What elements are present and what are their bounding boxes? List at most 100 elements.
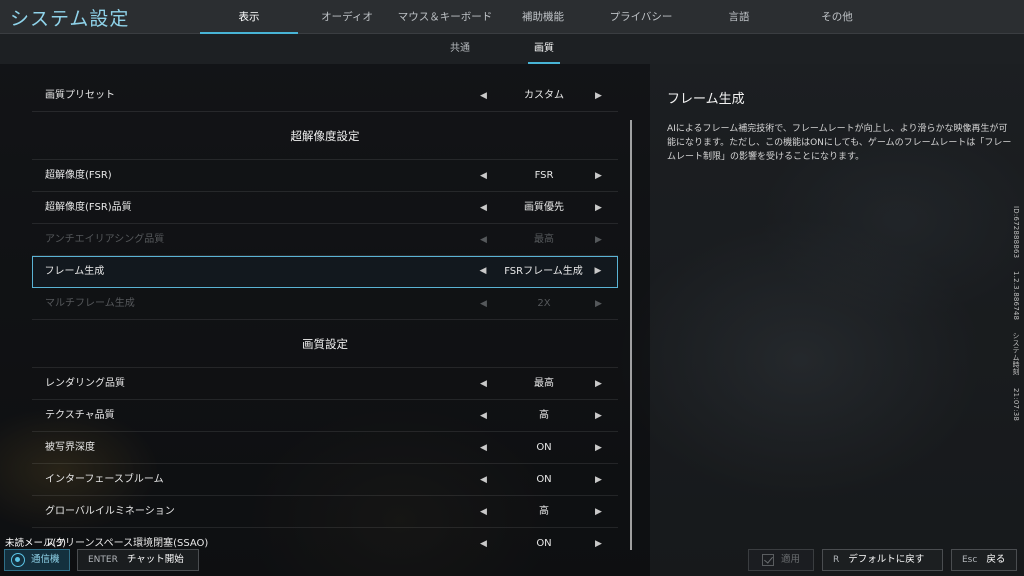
setting-label: グローバルイルミネーション bbox=[45, 506, 175, 517]
meta-id: ID:672888863 bbox=[1012, 206, 1020, 259]
setting-row-fsr[interactable]: 超解像度(FSR) ◀ FSR ▶ bbox=[32, 160, 618, 192]
settings-panel: 画質プリセット ◀ カスタム ▶ 超解像度設定 超解像度(FSR) ◀ FSR … bbox=[0, 64, 650, 576]
setting-row-depth-of-field[interactable]: 被写界深度 ◀ ON ▶ bbox=[32, 432, 618, 464]
arrow-left-icon[interactable]: ◀ bbox=[480, 528, 487, 560]
arrow-right-icon[interactable]: ▶ bbox=[595, 368, 602, 400]
setting-label: 画質プリセット bbox=[45, 90, 115, 101]
arrow-right-icon[interactable]: ▶ bbox=[595, 80, 602, 112]
apply-button[interactable]: 適用 bbox=[748, 549, 814, 571]
tab-other[interactable]: その他 bbox=[788, 0, 886, 34]
section-header-upscale: 超解像度設定 bbox=[32, 112, 618, 160]
setting-row-fsr-quality[interactable]: 超解像度(FSR)品質 ◀ 画質優先 ▶ bbox=[32, 192, 618, 224]
setting-row-preset[interactable]: 画質プリセット ◀ カスタム ▶ bbox=[32, 80, 618, 112]
reset-default-label: デフォルトに戻す bbox=[848, 554, 925, 565]
setting-value: カスタム bbox=[524, 90, 564, 101]
arrow-left-icon[interactable]: ◀ bbox=[480, 80, 487, 112]
tab-accessibility[interactable]: 補助機能 bbox=[494, 0, 592, 34]
arrow-left-icon[interactable]: ◀ bbox=[480, 400, 487, 432]
setting-label: レンダリング品質 bbox=[45, 378, 125, 389]
arrow-right-icon: ▶ bbox=[595, 235, 602, 245]
key-hint: ENTER bbox=[88, 555, 118, 565]
setting-value: 最高 bbox=[534, 234, 554, 245]
setting-row-interface-bloom[interactable]: インターフェースブルーム ◀ ON ▶ bbox=[32, 464, 618, 496]
description-panel: フレーム生成 AIによるフレーム補完技術で、フレームレートが向上し、より滑らかな… bbox=[650, 64, 1024, 576]
arrow-left-icon[interactable]: ◀ bbox=[480, 432, 487, 464]
arrow-left-icon: ◀ bbox=[480, 299, 487, 309]
setting-row-global-illumination[interactable]: グローバルイルミネーション ◀ 高 ▶ bbox=[32, 496, 618, 528]
chat-label: チャット開始 bbox=[126, 554, 184, 565]
description-title: フレーム生成 bbox=[667, 92, 745, 107]
chat-start-button[interactable]: ENTER チャット開始 bbox=[77, 549, 199, 571]
scrollbar-thumb[interactable] bbox=[630, 120, 632, 550]
setting-row-frame-generation[interactable]: フレーム生成 ◀ FSRフレーム生成 ▶ bbox=[32, 256, 618, 288]
back-label: 戻る bbox=[986, 554, 1006, 565]
tab-graphics[interactable]: 画質 bbox=[514, 34, 574, 64]
tab-common[interactable]: 共通 bbox=[430, 34, 490, 64]
meta-time: 21:07:38 bbox=[1012, 387, 1020, 422]
setting-value: 画質優先 bbox=[524, 202, 564, 213]
setting-value: ON bbox=[536, 442, 552, 453]
arrow-left-icon: ◀ bbox=[480, 235, 487, 245]
setting-value: 高 bbox=[539, 410, 549, 421]
arrow-right-icon[interactable]: ▶ bbox=[595, 400, 602, 432]
unread-mail-indicator[interactable]: 未読メール(3) bbox=[5, 535, 66, 549]
communicator-icon bbox=[11, 553, 25, 567]
description-text: AIによるフレーム補完技術で、フレームレートが向上し、より滑らかな映像再生が可能… bbox=[667, 124, 1012, 162]
setting-row-rendering[interactable]: レンダリング品質 ◀ 最高 ▶ bbox=[32, 368, 618, 400]
setting-row-multi-frame: マルチフレーム生成 ◀ 2X ▶ bbox=[32, 288, 618, 320]
arrow-right-icon[interactable]: ▶ bbox=[595, 257, 602, 286]
key-hint: R bbox=[833, 555, 840, 565]
arrow-left-icon[interactable]: ◀ bbox=[480, 368, 487, 400]
top-bar: システム設定 表示 オーディオ マウス＆キーボード 補助機能 プライバシー 言語… bbox=[0, 0, 1024, 34]
side-meta: ID:672888863 1.2.3.886748 システム時刻 21:07:3… bbox=[1011, 206, 1021, 431]
arrow-right-icon[interactable]: ▶ bbox=[595, 464, 602, 496]
setting-value: ON bbox=[536, 538, 552, 549]
back-button[interactable]: Esc 戻る bbox=[951, 549, 1017, 571]
tab-display[interactable]: 表示 bbox=[200, 0, 298, 34]
arrow-right-icon[interactable]: ▶ bbox=[595, 432, 602, 464]
meta-version: 1.2.3.886748 bbox=[1012, 270, 1020, 320]
arrow-left-icon[interactable]: ◀ bbox=[480, 496, 487, 528]
setting-row-texture[interactable]: テクスチャ品質 ◀ 高 ▶ bbox=[32, 400, 618, 432]
tab-language[interactable]: 言語 bbox=[690, 0, 788, 34]
setting-label: アンチエイリアシング品質 bbox=[45, 234, 165, 245]
setting-label: フレーム生成 bbox=[44, 266, 105, 277]
setting-value: 高 bbox=[539, 506, 549, 517]
arrow-left-icon[interactable]: ◀ bbox=[480, 464, 487, 496]
page-title: システム設定 bbox=[10, 8, 130, 30]
setting-label: 超解像度(FSR) bbox=[45, 170, 112, 181]
setting-label: 被写界深度 bbox=[45, 442, 95, 453]
setting-value: ON bbox=[536, 474, 552, 485]
setting-value: 2X bbox=[537, 298, 551, 309]
settings-list: 画質プリセット ◀ カスタム ▶ 超解像度設定 超解像度(FSR) ◀ FSR … bbox=[32, 80, 618, 560]
section-header-quality: 画質設定 bbox=[32, 320, 618, 368]
main-tabs: 表示 オーディオ マウス＆キーボード 補助機能 プライバシー 言語 その他 bbox=[200, 0, 886, 34]
setting-label: テクスチャ品質 bbox=[45, 410, 115, 421]
setting-value: 最高 bbox=[534, 378, 554, 389]
communicator-button[interactable]: 通信機 bbox=[4, 549, 70, 571]
arrow-left-icon[interactable]: ◀ bbox=[480, 160, 487, 192]
sub-tabs: 共通 画質 bbox=[430, 34, 598, 64]
tab-audio[interactable]: オーディオ bbox=[298, 0, 396, 34]
arrow-right-icon[interactable]: ▶ bbox=[595, 528, 602, 560]
setting-label: マルチフレーム生成 bbox=[45, 298, 135, 309]
setting-row-antialiasing: アンチエイリアシング品質 ◀ 最高 ▶ bbox=[32, 224, 618, 256]
arrow-right-icon: ▶ bbox=[595, 299, 602, 309]
setting-value: FSRフレーム生成 bbox=[504, 266, 583, 277]
setting-label: 超解像度(FSR)品質 bbox=[45, 202, 132, 213]
communicator-label: 通信機 bbox=[31, 554, 60, 565]
sub-tab-bar: 共通 画質 bbox=[0, 34, 1024, 64]
arrow-right-icon[interactable]: ▶ bbox=[595, 192, 602, 224]
arrow-right-icon[interactable]: ▶ bbox=[595, 160, 602, 192]
arrow-left-icon[interactable]: ◀ bbox=[480, 257, 487, 286]
reset-default-button[interactable]: R デフォルトに戻す bbox=[822, 549, 943, 571]
key-hint: Esc bbox=[962, 555, 978, 565]
tab-mouse-keyboard[interactable]: マウス＆キーボード bbox=[396, 0, 494, 34]
setting-value: FSR bbox=[534, 170, 554, 181]
meta-label: システム時刻 bbox=[1012, 332, 1020, 376]
checkbox-icon bbox=[762, 554, 774, 566]
apply-label: 適用 bbox=[781, 554, 801, 565]
arrow-left-icon[interactable]: ◀ bbox=[480, 192, 487, 224]
tab-privacy[interactable]: プライバシー bbox=[592, 0, 690, 34]
arrow-right-icon[interactable]: ▶ bbox=[595, 496, 602, 528]
